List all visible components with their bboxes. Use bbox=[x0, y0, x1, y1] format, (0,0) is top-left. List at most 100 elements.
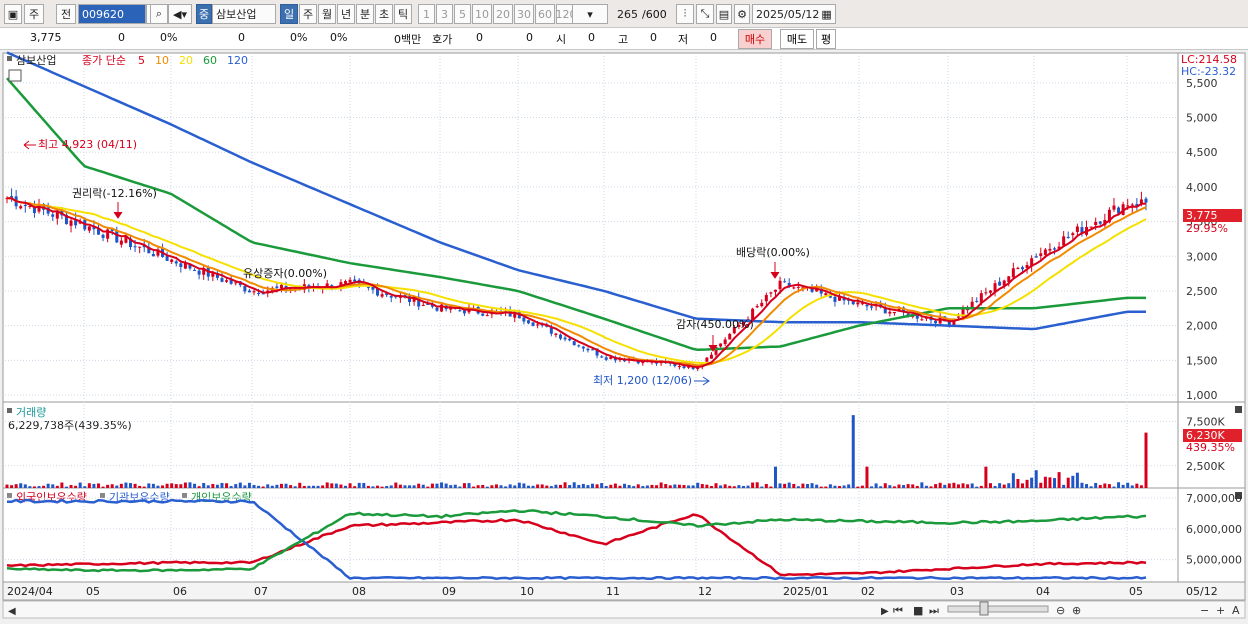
save-icon[interactable]: ▤ bbox=[716, 4, 732, 24]
volume-bar bbox=[847, 484, 851, 488]
stock-code-input[interactable]: 009620 bbox=[78, 4, 146, 24]
legend-stock-name: 삼보산업 bbox=[16, 54, 56, 67]
mode-button[interactable]: 주 bbox=[24, 4, 44, 24]
zoom-slider-handle[interactable] bbox=[979, 601, 989, 616]
interval-button-60[interactable]: 60 bbox=[535, 4, 555, 24]
volume-bar bbox=[934, 484, 938, 488]
volume-bar bbox=[206, 485, 210, 488]
volume-bar bbox=[696, 482, 700, 488]
volume-bar bbox=[746, 485, 750, 488]
volume-bar bbox=[659, 482, 663, 488]
candle-body bbox=[1071, 233, 1075, 236]
period-button-2[interactable]: 월 bbox=[318, 4, 336, 24]
gear-icon[interactable]: ⚙ bbox=[734, 4, 750, 24]
volume-bar bbox=[247, 482, 251, 488]
volume-bar bbox=[764, 483, 768, 488]
price-tick-label: 2,500 bbox=[1186, 285, 1218, 298]
volume-bar bbox=[1080, 482, 1084, 488]
candle-body bbox=[549, 327, 553, 334]
period-button-4[interactable]: 분 bbox=[356, 4, 374, 24]
x-axis-bar bbox=[2, 581, 1246, 601]
interval-button-30[interactable]: 30 bbox=[514, 4, 534, 24]
volume-bar bbox=[778, 483, 782, 488]
volume-bar bbox=[243, 485, 247, 488]
sell-button[interactable]: 매도 bbox=[780, 29, 814, 49]
annotation-rights: 권리락(-12.16%) bbox=[72, 187, 157, 200]
period-button-6[interactable]: 틱 bbox=[394, 4, 412, 24]
custom-interval-dropdown[interactable]: ▾ bbox=[572, 4, 608, 24]
open-value: 0 bbox=[588, 31, 595, 44]
period-button-5[interactable]: 초 bbox=[375, 4, 393, 24]
interval-button-3[interactable]: 3 bbox=[436, 4, 453, 24]
candle-body bbox=[69, 220, 73, 226]
candle-body bbox=[193, 270, 197, 272]
calendar-icon[interactable]: ▦ bbox=[821, 8, 831, 21]
zoom-slider[interactable] bbox=[947, 605, 1049, 613]
volume-bar bbox=[371, 486, 375, 488]
candle-body bbox=[796, 286, 800, 288]
volume-bar bbox=[1126, 482, 1130, 488]
candle-body bbox=[389, 295, 393, 298]
volume-bar bbox=[398, 484, 402, 488]
volume-bar bbox=[783, 483, 787, 488]
volume-bar bbox=[865, 466, 869, 488]
volume-bar bbox=[28, 486, 32, 488]
period-button-0[interactable]: 일 bbox=[280, 4, 298, 24]
interval-button-1[interactable]: 1 bbox=[418, 4, 435, 24]
candle-body bbox=[988, 290, 992, 293]
candle-body bbox=[1062, 236, 1066, 246]
volume-bar bbox=[517, 482, 521, 488]
volume-bar bbox=[151, 483, 155, 488]
high-label: 고 bbox=[618, 33, 629, 46]
candle-body bbox=[348, 279, 352, 283]
candle-body bbox=[934, 320, 938, 324]
bar-count[interactable]: 265 bbox=[614, 4, 642, 24]
candle-body bbox=[920, 319, 924, 321]
volume-bar bbox=[668, 485, 672, 488]
candle-body bbox=[1043, 249, 1047, 255]
volume-bar bbox=[979, 485, 983, 488]
candle-icon[interactable]: ⫶ bbox=[676, 4, 694, 24]
volume-bar bbox=[609, 484, 613, 488]
volume-panel-close-icon[interactable] bbox=[1235, 406, 1242, 413]
stock-name[interactable]: 삼보산업 bbox=[212, 4, 276, 24]
volume-bar bbox=[1144, 432, 1148, 488]
volume-bar bbox=[453, 484, 457, 488]
scroll-left-arrow: ◀ bbox=[8, 606, 16, 617]
candle-body bbox=[563, 337, 567, 340]
volume-bar bbox=[732, 486, 736, 488]
stock-chart[interactable]: 2024/04 05 06 07 08 09 10 11 12 2025/01 02 03 04 05 05… bbox=[0, 50, 1248, 621]
interval-button-20[interactable]: 20 bbox=[493, 4, 513, 24]
volume-bar bbox=[161, 485, 165, 488]
volume-bar bbox=[238, 482, 242, 488]
volume-bar bbox=[1071, 475, 1075, 488]
period-button-3[interactable]: 년 bbox=[337, 4, 355, 24]
volume-bar bbox=[883, 483, 887, 488]
chart-area[interactable]: 2024/04 05 06 07 08 09 10 11 12 2025/01 02 03 04 05 05… bbox=[0, 50, 1248, 621]
volume-bar bbox=[769, 486, 773, 488]
search-icon[interactable]: ⌕ bbox=[150, 4, 168, 24]
interval-button-5[interactable]: 5 bbox=[454, 4, 471, 24]
buy-button[interactable]: 매수 bbox=[738, 29, 772, 49]
candle-body bbox=[778, 280, 782, 290]
date-input[interactable]: 2025/05/12 ▦ bbox=[752, 4, 836, 24]
volume-bar bbox=[408, 485, 412, 488]
volume-bar bbox=[1039, 482, 1043, 488]
volume-bar bbox=[563, 482, 567, 488]
current-price-tag-text: 3,775 bbox=[1186, 209, 1218, 222]
period-button-1[interactable]: 주 bbox=[299, 4, 317, 24]
avg-button[interactable]: 평 bbox=[816, 29, 836, 49]
volume-pct: 0% bbox=[290, 31, 308, 44]
candle-body bbox=[769, 292, 773, 294]
candle-body bbox=[522, 317, 526, 322]
interval-button-10[interactable]: 10 bbox=[472, 4, 492, 24]
speaker-icon[interactable]: ◀︎▾ bbox=[168, 4, 192, 24]
calendar-small-icon[interactable] bbox=[8, 69, 22, 82]
volume-bar bbox=[641, 486, 645, 488]
prev-button[interactable]: 전 bbox=[56, 4, 76, 24]
draw-tool-icon[interactable]: ⤡ bbox=[696, 4, 714, 24]
annotation-bonus: 유상증자(0.00%) bbox=[243, 267, 327, 280]
x-tick-label: 05 bbox=[86, 585, 100, 598]
window-icon[interactable]: ▣ bbox=[4, 4, 22, 24]
holdings-tick-label: 6,000,000 bbox=[1186, 523, 1242, 536]
